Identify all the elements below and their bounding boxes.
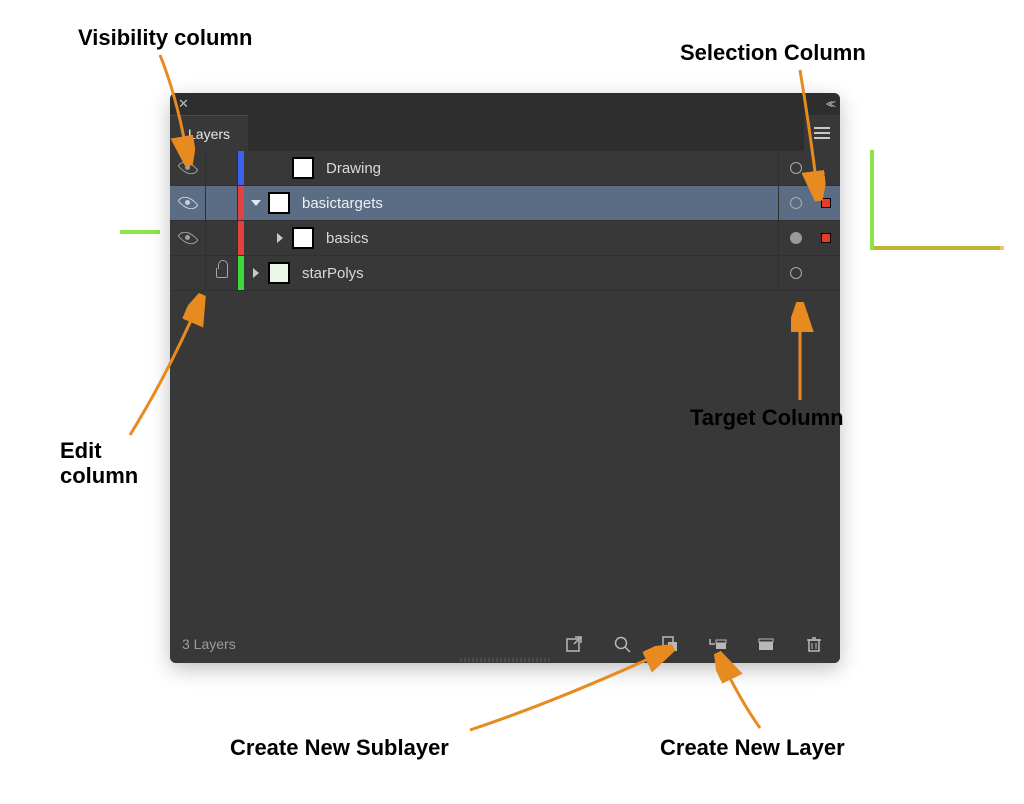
eye-icon (179, 232, 197, 244)
trash-icon (805, 635, 823, 653)
panel-titlebar: ✕ << (170, 93, 840, 115)
chevron-down-icon (251, 200, 261, 206)
layer-color-strip (238, 151, 244, 185)
visibility-toggle[interactable] (170, 256, 206, 290)
visibility-toggle[interactable] (170, 221, 206, 255)
target-button[interactable] (778, 151, 812, 185)
visibility-toggle[interactable] (170, 151, 206, 185)
expand-toggle[interactable] (244, 186, 268, 220)
selection-indicator[interactable] (812, 186, 840, 220)
panel-tabstrip: Layers (170, 115, 840, 151)
selection-swatch (821, 233, 831, 243)
export-button[interactable] (560, 630, 588, 658)
lock-icon (216, 268, 228, 278)
eye-icon (179, 162, 197, 174)
selection-indicator[interactable] (812, 256, 840, 290)
selection-indicator[interactable] (812, 151, 840, 185)
annotation-sublayer: Create New Sublayer (230, 735, 449, 761)
target-button[interactable] (778, 186, 812, 220)
target-button[interactable] (778, 221, 812, 255)
layer-color-strip (238, 221, 244, 255)
footer-status: 3 Layers (182, 636, 236, 652)
annotation-edit: Edit column (60, 438, 138, 489)
new-sublayer-button[interactable] (704, 630, 732, 658)
layer-rows: Drawing basictargets basics starPolys (170, 151, 840, 625)
layer-name[interactable]: basictargets (296, 195, 778, 212)
tab-label: Layers (188, 126, 230, 142)
target-icon (790, 267, 802, 279)
collapse-icon[interactable]: << (826, 97, 832, 111)
lock-toggle[interactable] (206, 221, 238, 255)
export-icon (565, 635, 583, 653)
tab-layers[interactable]: Layers (170, 115, 248, 151)
layer-row[interactable]: Drawing (170, 151, 840, 186)
layers-panel: ✕ << Layers Drawing basictargets basics sta… (170, 93, 840, 663)
annotation-visibility: Visibility column (78, 25, 252, 51)
chevron-right-icon (253, 268, 259, 278)
annotation-selection: Selection Column (680, 40, 866, 66)
annotation-target: Target Column (690, 405, 844, 431)
new-layer-button[interactable] (752, 630, 780, 658)
layer-row[interactable]: starPolys (170, 256, 840, 291)
expand-toggle[interactable] (244, 256, 268, 290)
layer-row[interactable]: basics (170, 221, 840, 256)
lock-toggle[interactable] (206, 186, 238, 220)
layer-thumbnail (292, 157, 314, 179)
expand-toggle[interactable] (268, 221, 292, 255)
delete-button[interactable] (800, 630, 828, 658)
layer-name[interactable]: starPolys (296, 265, 778, 282)
target-icon (790, 162, 802, 174)
layer-name[interactable]: Drawing (320, 160, 778, 177)
locate-button[interactable] (608, 630, 636, 658)
layer-name[interactable]: basics (320, 230, 778, 247)
panel-menu-button[interactable] (804, 115, 840, 151)
resize-grip[interactable] (170, 658, 840, 664)
close-icon[interactable]: ✕ (178, 96, 189, 112)
lock-toggle[interactable] (206, 256, 238, 290)
target-icon (790, 197, 802, 209)
expand-toggle (268, 151, 292, 185)
eye-icon (179, 197, 197, 209)
canvas-fragment-left (120, 230, 160, 234)
layer-thumbnail (268, 262, 290, 284)
clip-mask-icon (661, 635, 679, 653)
layer-thumbnail (292, 227, 314, 249)
new-layer-icon (757, 635, 775, 653)
selection-indicator[interactable] (812, 221, 840, 255)
chevron-right-icon (277, 233, 283, 243)
clip-mask-button[interactable] (656, 630, 684, 658)
annotation-newlayer: Create New Layer (660, 735, 845, 761)
locate-icon (613, 635, 631, 653)
canvas-fragment-right (870, 150, 1000, 250)
lock-toggle[interactable] (206, 151, 238, 185)
target-button[interactable] (778, 256, 812, 290)
hamburger-icon (814, 127, 830, 139)
layer-thumbnail (268, 192, 290, 214)
layer-row[interactable]: basictargets (170, 186, 840, 221)
selection-swatch (821, 198, 831, 208)
new-sublayer-icon (708, 635, 728, 653)
target-icon (790, 232, 802, 244)
visibility-toggle[interactable] (170, 186, 206, 220)
